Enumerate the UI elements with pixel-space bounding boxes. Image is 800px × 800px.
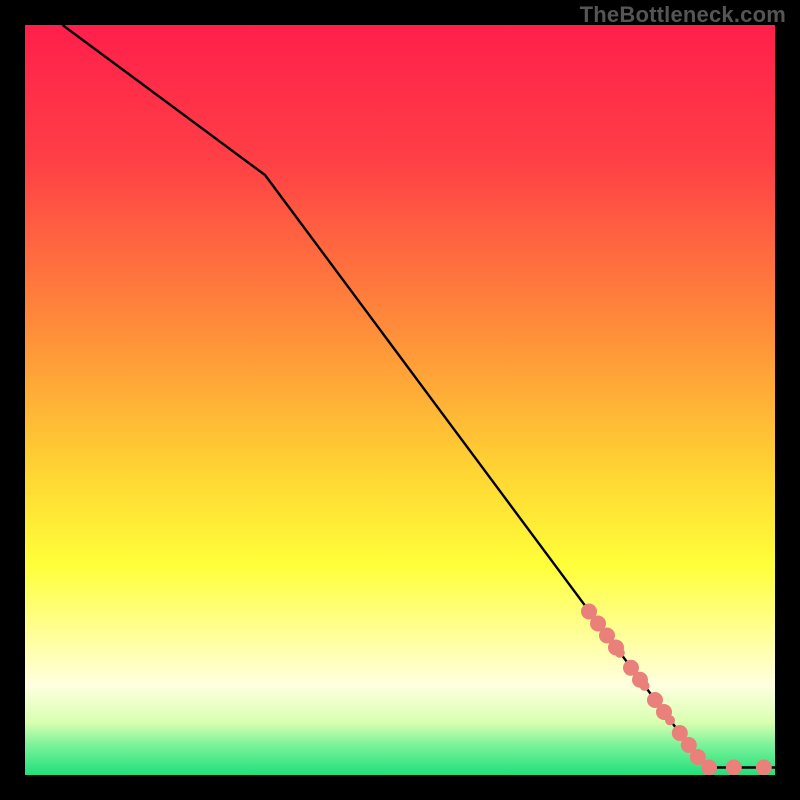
marker-point: [665, 715, 675, 725]
marker-point: [701, 760, 717, 776]
chart-frame: TheBottleneck.com: [0, 0, 800, 800]
marker-point: [640, 681, 650, 691]
plot-area: [25, 25, 775, 775]
marker-point: [726, 760, 742, 776]
marker-point: [756, 760, 772, 776]
marker-point: [615, 648, 625, 658]
plot-svg: [25, 25, 775, 775]
gradient-background: [25, 25, 775, 775]
